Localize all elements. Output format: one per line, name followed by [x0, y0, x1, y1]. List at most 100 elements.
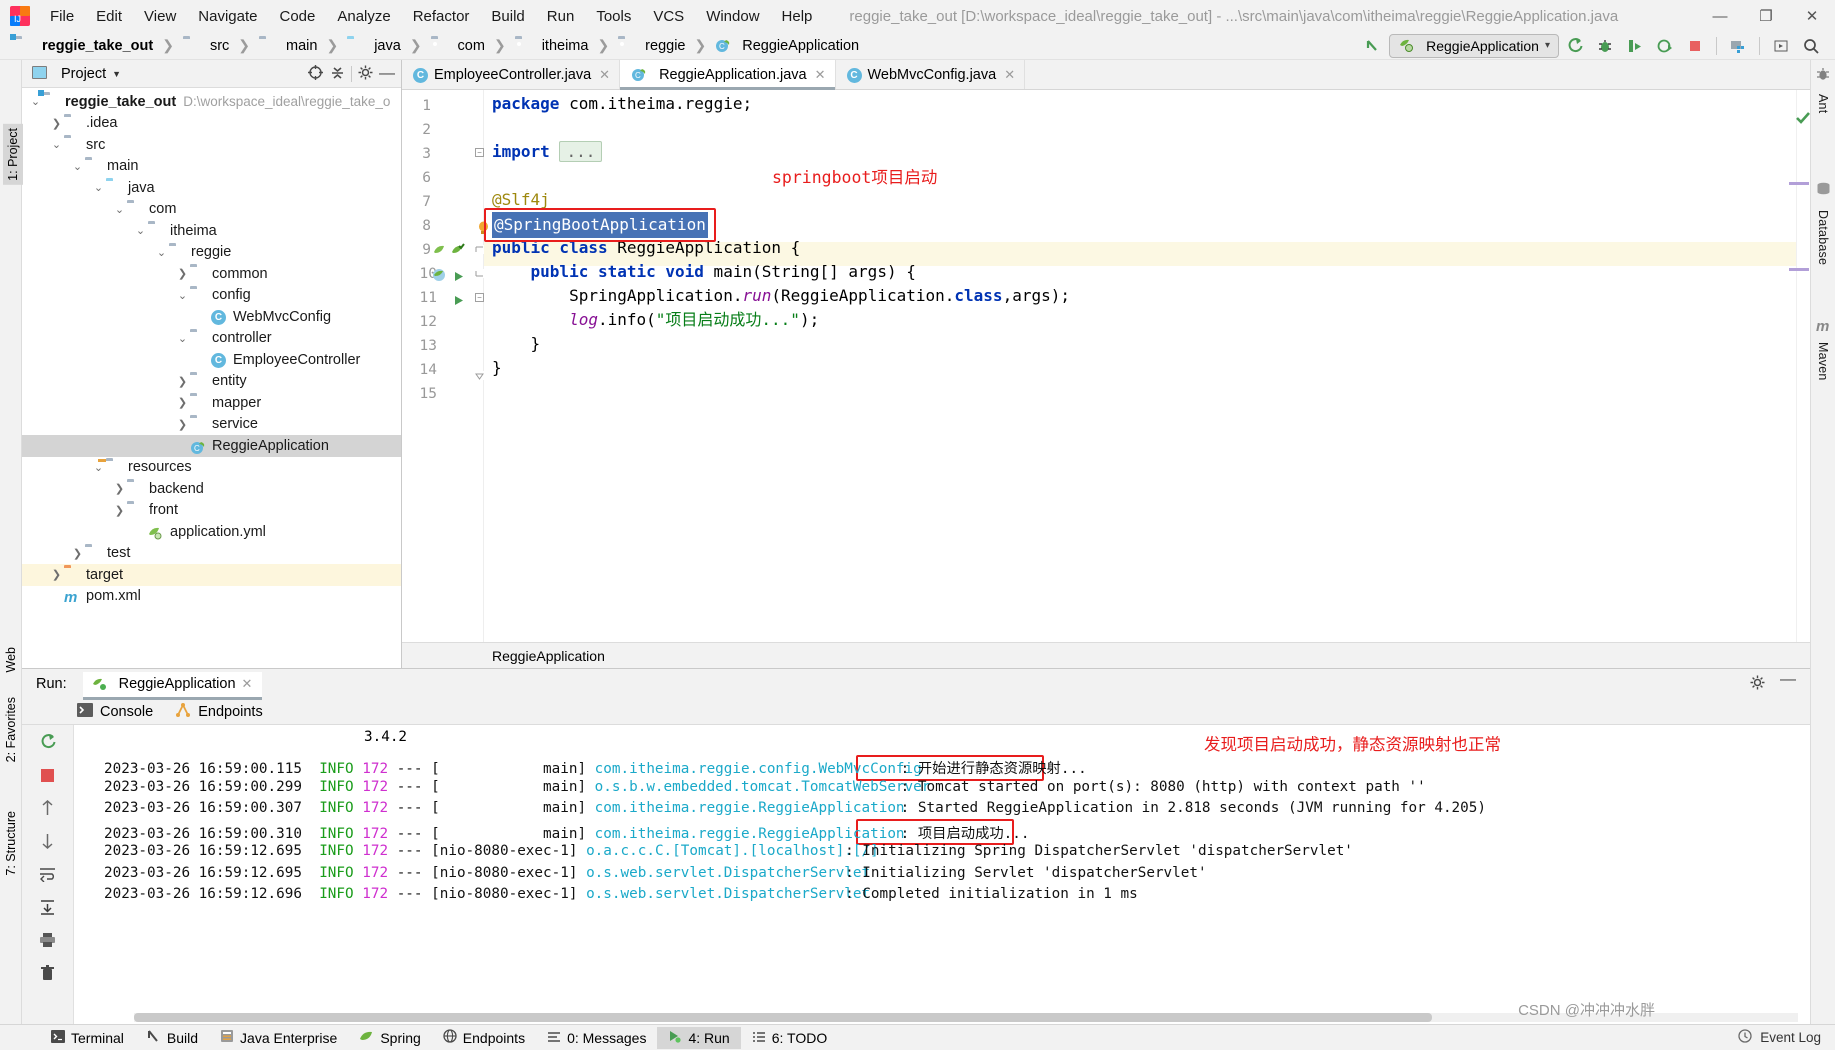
spring-bean-icon[interactable]	[432, 243, 447, 261]
menu-tools[interactable]: Tools	[585, 5, 642, 28]
spring-config-icon[interactable]	[450, 243, 465, 261]
sidebar-item-ant[interactable]: Ant	[1816, 94, 1830, 113]
status-item-endpoints[interactable]: Endpoints	[432, 1026, 536, 1049]
tree-node-mapper[interactable]: ❯ mapper	[22, 392, 401, 414]
tree-node-applicationyml[interactable]: application.yml	[22, 521, 401, 543]
status-item-messages[interactable]: 0: Messages	[536, 1027, 657, 1049]
tree-node-reggietakeout[interactable]: ⌄ reggie_take_out D:\workspace_ideal\reggi…	[22, 90, 401, 113]
gear-icon[interactable]	[357, 64, 374, 84]
chevron-down-icon[interactable]: ⌄	[28, 95, 43, 108]
menu-vcs[interactable]: VCS	[642, 5, 695, 28]
project-tree[interactable]: ⌄ reggie_take_out D:\workspace_ideal\reggi…	[22, 88, 401, 668]
breadcrumb-item-class[interactable]: C ReggieApplication	[712, 37, 862, 55]
chevron-right-icon[interactable]: ❯	[49, 117, 64, 130]
debug-bug-icon[interactable]	[1815, 66, 1831, 85]
collapse-all-icon[interactable]	[329, 64, 346, 84]
tree-node-main[interactable]: ⌄ main	[22, 156, 401, 178]
tree-node-java[interactable]: ⌄ java	[22, 177, 401, 199]
chevron-right-icon[interactable]: ❯	[175, 267, 190, 280]
menu-edit[interactable]: Edit	[85, 5, 133, 28]
tab-employeecontroller[interactable]: C EmployeeController.java ✕	[402, 60, 621, 89]
status-item-java-enterprise[interactable]: Java Enterprise	[209, 1026, 348, 1049]
fold-marker-icon[interactable]: −	[475, 148, 484, 157]
chevron-down-icon[interactable]: ⌄	[70, 160, 85, 173]
run-button[interactable]	[1561, 34, 1589, 58]
tree-node-backend[interactable]: ❯ backend	[22, 478, 401, 500]
tree-node-config[interactable]: ⌄ config	[22, 285, 401, 307]
tree-node-idea[interactable]: ❯ .idea	[22, 113, 401, 135]
back-arrow-icon[interactable]	[1359, 34, 1387, 58]
print-button[interactable]	[35, 927, 61, 953]
maven-icon[interactable]: m	[1816, 318, 1829, 335]
chevron-right-icon[interactable]: ❯	[175, 418, 190, 431]
run-with-coverage-button[interactable]	[1621, 34, 1649, 58]
chevron-down-icon[interactable]: ⌄	[133, 224, 148, 237]
up-arrow-button[interactable]	[35, 795, 61, 821]
stop-button[interactable]	[1681, 34, 1709, 58]
code-editor[interactable]: 1 2 3 6 7 8 9 10 11 12 13 14 15 − − pack…	[402, 90, 1810, 642]
stop-button[interactable]	[35, 762, 61, 788]
clear-all-button[interactable]	[35, 960, 61, 986]
status-item-build[interactable]: Build	[135, 1026, 209, 1049]
hide-panel-icon[interactable]: —	[379, 65, 395, 81]
tree-node-entity[interactable]: ❯ entity	[22, 371, 401, 393]
close-icon[interactable]: ✕	[1004, 67, 1015, 83]
event-log-label[interactable]: Event Log	[1760, 1030, 1821, 1045]
tree-node-controller[interactable]: ⌄ controller	[22, 328, 401, 350]
fold-marker-icon[interactable]: −	[475, 293, 484, 302]
breadcrumb-item-reggie[interactable]: reggie	[615, 37, 688, 55]
close-icon[interactable]: ✕	[599, 67, 610, 83]
breadcrumb-item-java[interactable]: java	[344, 37, 404, 55]
editor-scrollbar[interactable]	[1789, 90, 1810, 642]
chevron-down-icon[interactable]: ⌄	[91, 461, 106, 474]
breadcrumb-item-itheima[interactable]: itheima	[512, 37, 592, 55]
sidebar-item-project[interactable]: 1: Project	[3, 124, 23, 185]
run-gutter-icon[interactable]	[452, 294, 465, 310]
status-item-run[interactable]: 4: Run	[657, 1026, 741, 1049]
chevron-down-icon[interactable]: ⌄	[49, 138, 64, 151]
tree-node-resources[interactable]: ⌄ resources	[22, 457, 401, 479]
breadcrumb-item-com[interactable]: com	[428, 37, 488, 55]
chevron-right-icon[interactable]: ❯	[175, 396, 190, 409]
code-text[interactable]: package com.itheima.reggie; import ... @…	[484, 90, 1796, 642]
down-arrow-button[interactable]	[35, 828, 61, 854]
tree-node-webmvcconfig[interactable]: C WebMvcConfig	[22, 306, 401, 328]
tree-node-target[interactable]: ❯ target	[22, 564, 401, 586]
chevron-right-icon[interactable]: ❯	[49, 568, 64, 581]
tree-node-reggieapplication[interactable]: C ReggieApplication	[22, 435, 401, 457]
spring-run-gutter-icon[interactable]	[432, 268, 447, 286]
tree-node-common[interactable]: ❯ common	[22, 263, 401, 285]
main-menu[interactable]: File Edit View Navigate Code Analyze Ref…	[39, 5, 823, 28]
chevron-down-icon[interactable]: ▾	[1545, 40, 1550, 51]
profile-button[interactable]	[1651, 34, 1679, 58]
rerun-button[interactable]	[35, 729, 61, 755]
close-icon[interactable]: ✕	[242, 676, 253, 692]
close-icon[interactable]: ✕	[815, 67, 826, 83]
sidebar-item-database[interactable]: Database	[1816, 210, 1830, 265]
scroll-to-end-button[interactable]	[35, 894, 61, 920]
fold-marker-icon[interactable]	[475, 371, 484, 380]
menu-window[interactable]: Window	[695, 5, 770, 28]
maximize-button[interactable]: ❐	[1743, 0, 1789, 32]
database-icon[interactable]	[1816, 182, 1831, 198]
tree-node-com[interactable]: ⌄ com	[22, 199, 401, 221]
breadcrumb-item-main[interactable]: main	[256, 37, 320, 55]
build-project-button[interactable]	[1724, 34, 1752, 58]
chevron-right-icon[interactable]: ❯	[112, 504, 127, 517]
collapsed-imports[interactable]: ...	[559, 141, 603, 162]
editor-gutter[interactable]: 1 2 3 6 7 8 9 10 11 12 13 14 15 − −	[402, 90, 488, 642]
run-gutter-icon[interactable]	[452, 270, 465, 286]
tree-node-service[interactable]: ❯ service	[22, 414, 401, 436]
menu-refactor[interactable]: Refactor	[402, 5, 481, 28]
tree-node-employeecontroller[interactable]: C EmployeeController	[22, 349, 401, 371]
breadcrumb-item-module[interactable]: reggie_take_out	[10, 34, 156, 55]
menu-navigate[interactable]: Navigate	[187, 5, 268, 28]
menu-run[interactable]: Run	[536, 5, 586, 28]
gear-icon[interactable]	[1749, 674, 1766, 694]
breadcrumb-item-src[interactable]: src	[180, 37, 232, 55]
tree-node-front[interactable]: ❯ front	[22, 500, 401, 522]
fold-marker-icon[interactable]	[475, 269, 484, 278]
tree-node-test[interactable]: ❯ test	[22, 543, 401, 565]
tree-node-reggie[interactable]: ⌄ reggie	[22, 242, 401, 264]
sidebar-item-maven[interactable]: Maven	[1816, 342, 1830, 381]
